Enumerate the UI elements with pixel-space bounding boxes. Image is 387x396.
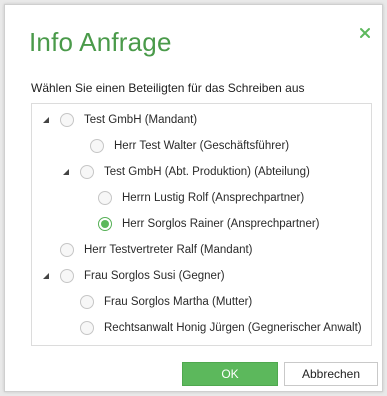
tree-node-label: Herrn Lustig Rolf (Ansprechpartner) <box>122 192 305 204</box>
tree-node-label: Rechtsanwalt Honig Jürgen (Gegnerischer … <box>104 322 362 334</box>
ok-button[interactable]: OK <box>182 362 278 386</box>
dialog-subtitle: Wählen Sie einen Beteiligten für das Sch… <box>31 81 305 95</box>
tree-node-label: Frau Sorglos Martha (Mutter) <box>104 296 253 308</box>
expanded-triangle-icon[interactable] <box>42 272 50 280</box>
radio-button[interactable] <box>98 191 112 205</box>
radio-button[interactable] <box>80 165 94 179</box>
tree-node: Rechtsanwalt Honig Jürgen (Gegnerischer … <box>62 318 362 338</box>
tree-node: Frau Sorglos Martha (Mutter) <box>62 292 252 312</box>
dialog-title: Info Anfrage <box>29 27 172 57</box>
info-anfrage-dialog: Info Anfrage Wählen Sie einen Beteiligte… <box>4 4 383 392</box>
tree-node: Herr Testvertreter Ralf (Mandant) <box>42 240 253 260</box>
participant-tree: Test GmbH (Mandant) Herr Test Walter (Ge… <box>31 103 372 346</box>
tree-node-label: Herr Test Walter (Geschäftsführer) <box>114 140 290 152</box>
cancel-button[interactable]: Abbrechen <box>284 362 378 386</box>
radio-button[interactable] <box>60 243 74 257</box>
tree-node-label: Test GmbH (Mandant) <box>84 114 198 126</box>
radio-button[interactable] <box>80 321 94 335</box>
expanded-triangle-icon[interactable] <box>42 116 50 124</box>
radio-button[interactable] <box>90 139 104 153</box>
tree-node-label: Test GmbH (Abt. Produktion) (Abteilung) <box>104 166 310 178</box>
tree-node-label: Herr Sorglos Rainer (Ansprechpartner) <box>122 218 320 230</box>
tree-node: Herr Test Walter (Geschäftsführer) <box>72 136 289 156</box>
expanded-triangle-icon[interactable] <box>62 168 70 176</box>
radio-button[interactable] <box>60 269 74 283</box>
tree-node-label: Herr Testvertreter Ralf (Mandant) <box>84 244 253 256</box>
tree-node: Test GmbH (Mandant) <box>42 110 197 130</box>
radio-button[interactable] <box>60 113 74 127</box>
tree-node: Test GmbH (Abt. Produktion) (Abteilung) <box>62 162 310 182</box>
tree-node: Herrn Lustig Rolf (Ansprechpartner) <box>80 188 304 208</box>
close-icon[interactable] <box>358 26 372 40</box>
tree-node: Frau Sorglos Susi (Gegner) <box>42 266 225 286</box>
radio-button-selected[interactable] <box>98 217 112 231</box>
radio-button[interactable] <box>80 295 94 309</box>
tree-node: Herr Sorglos Rainer (Ansprechpartner) <box>80 214 320 234</box>
tree-node-label: Frau Sorglos Susi (Gegner) <box>84 270 225 282</box>
